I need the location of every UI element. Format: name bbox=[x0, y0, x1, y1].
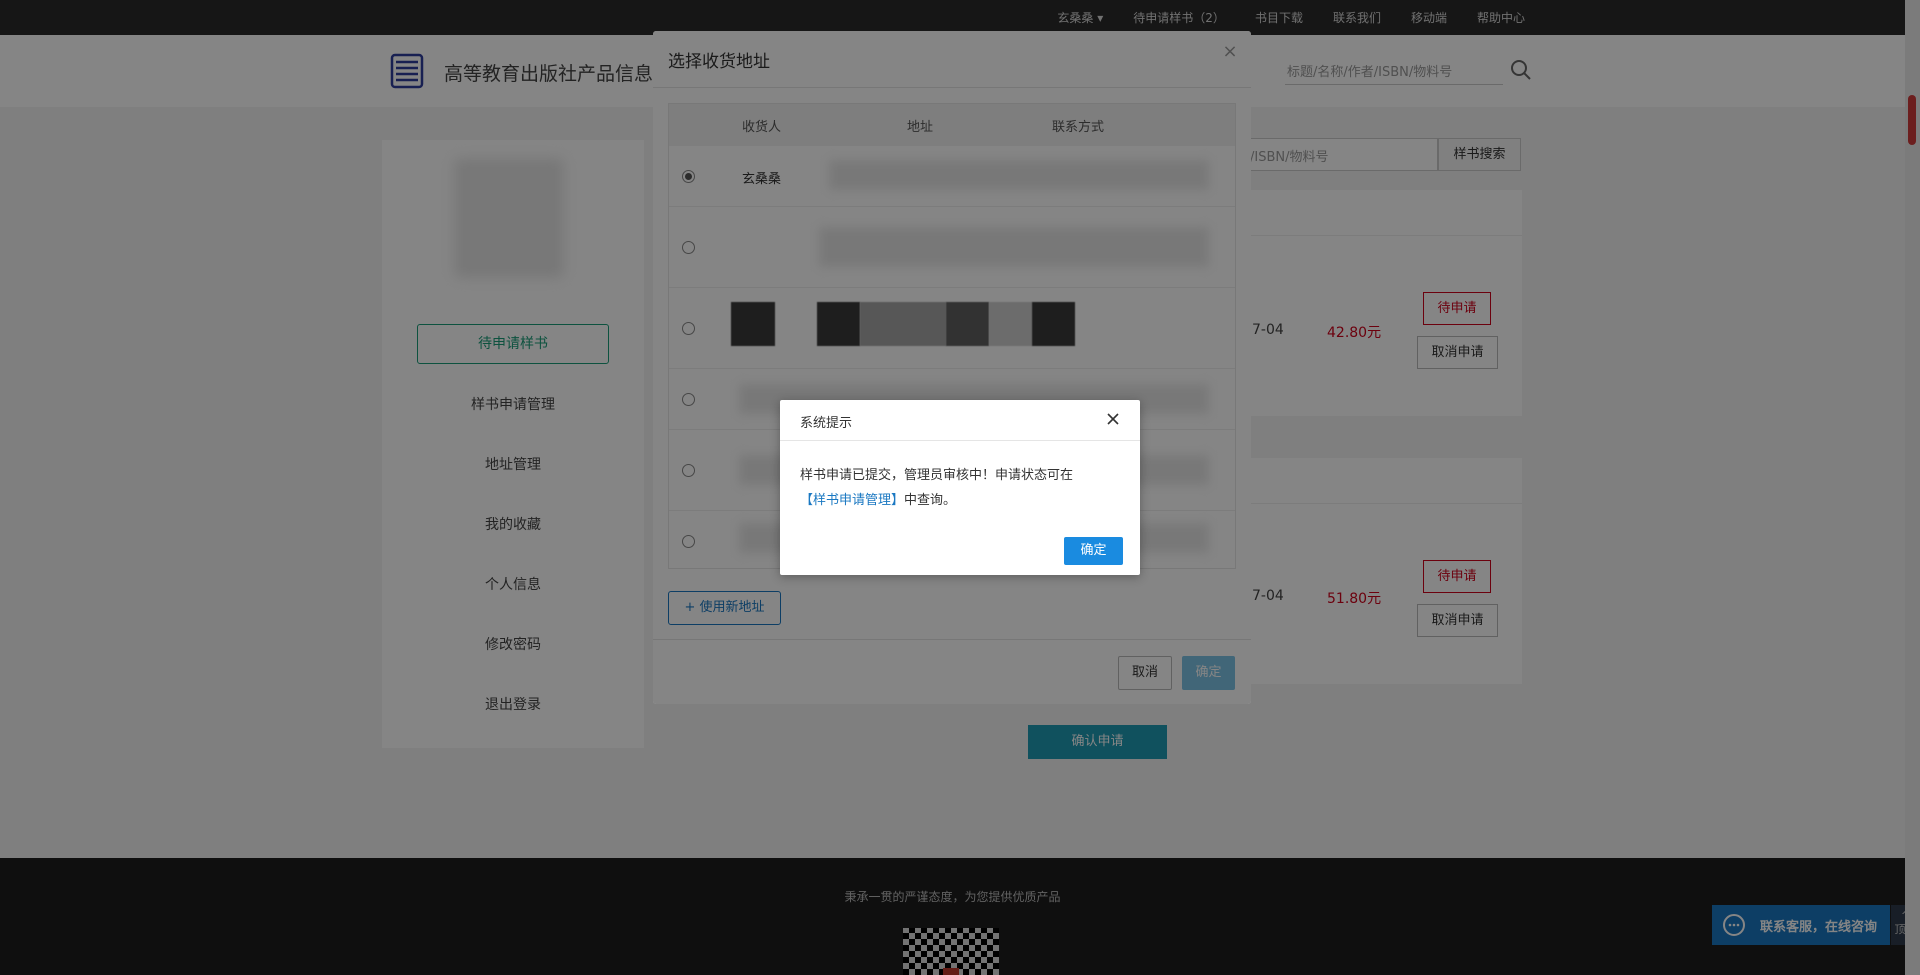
system-dialog-ok-button[interactable]: 确定 bbox=[1064, 537, 1123, 565]
address-modal: 选择收货地址 × 收货人 地址 联系方式 玄桑桑 + 使用新地址 取消 确定 bbox=[653, 31, 1251, 704]
address-radio[interactable] bbox=[682, 322, 695, 335]
table-header: 收货人 地址 联系方式 bbox=[669, 104, 1235, 146]
system-dialog: 系统提示 样书申请已提交，管理员审核中！申请状态可在 【样书申请管理】中查询。 … bbox=[780, 400, 1140, 575]
address-radio[interactable] bbox=[682, 241, 695, 254]
column-recipient: 收货人 bbox=[742, 120, 782, 135]
close-icon[interactable] bbox=[1105, 411, 1121, 427]
address-radio[interactable] bbox=[682, 464, 695, 477]
address-modal-title: 选择收货地址 bbox=[668, 52, 770, 72]
address-radio[interactable] bbox=[682, 535, 695, 548]
recipient-name: 玄桑桑 bbox=[742, 172, 782, 187]
address-radio[interactable] bbox=[682, 393, 695, 406]
address-cancel-button[interactable]: 取消 bbox=[1118, 656, 1172, 690]
address-radio[interactable] bbox=[682, 170, 695, 183]
close-icon[interactable]: × bbox=[1221, 41, 1239, 62]
plus-icon: + bbox=[684, 600, 700, 615]
use-new-address-button[interactable]: + 使用新地址 bbox=[668, 591, 781, 625]
table-row[interactable] bbox=[669, 288, 1235, 369]
column-contact: 联系方式 bbox=[1052, 120, 1105, 135]
table-row[interactable]: 玄桑桑 bbox=[669, 146, 1235, 207]
system-dialog-title: 系统提示 bbox=[800, 416, 853, 431]
system-dialog-message: 样书申请已提交，管理员审核中！申请状态可在 【样书申请管理】中查询。 bbox=[800, 468, 1074, 508]
address-confirm-button[interactable]: 确定 bbox=[1182, 656, 1235, 690]
sample-management-link[interactable]: 【样书申请管理】 bbox=[800, 493, 904, 508]
table-row[interactable] bbox=[669, 207, 1235, 288]
column-address: 地址 bbox=[907, 120, 934, 135]
